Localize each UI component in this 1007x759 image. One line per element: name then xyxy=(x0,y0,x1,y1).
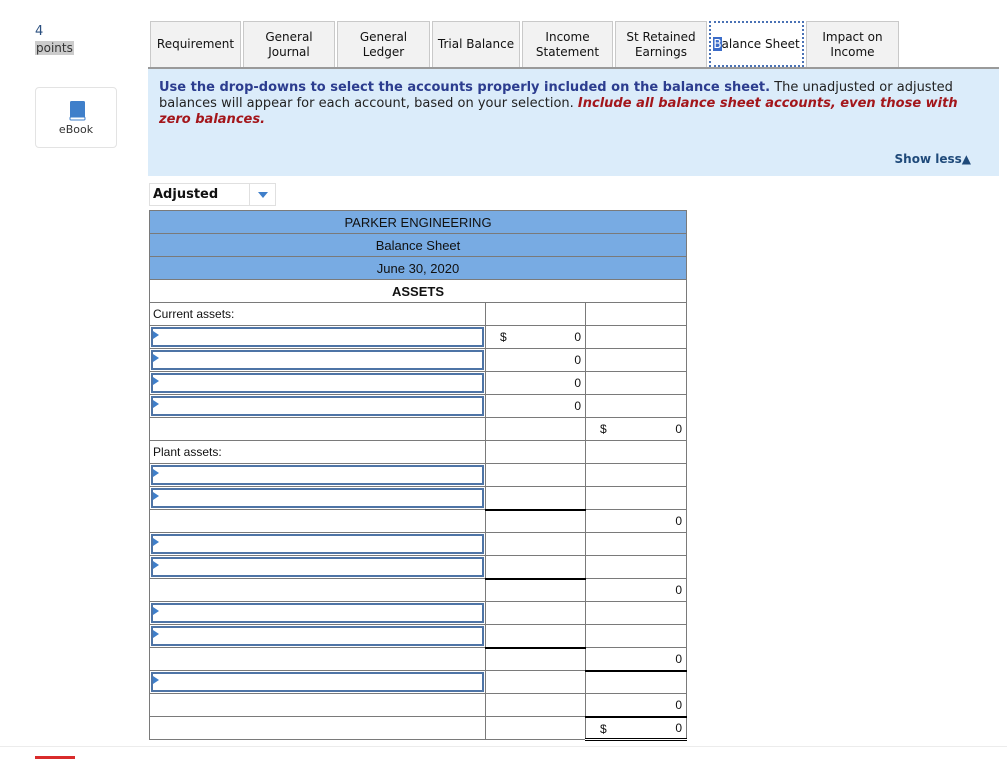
ebook-label: eBook xyxy=(58,123,94,136)
table-row: 0 xyxy=(149,348,687,372)
tab-balance-sheet[interactable]: Balance Sheet xyxy=(709,21,804,67)
tab-label: General Ledger xyxy=(359,29,408,59)
balance-sheet-table: PARKER ENGINEERING Balance Sheet June 30… xyxy=(149,210,687,741)
table-row: 0 xyxy=(149,577,687,602)
tab-label: General Journal xyxy=(265,29,313,59)
table-row: 0 xyxy=(149,394,687,418)
footer-divider xyxy=(0,746,1007,747)
tab-label: Impact on Income xyxy=(822,29,883,59)
tab-requirement[interactable]: Requirement xyxy=(150,21,241,67)
tab-st-retained-earnings[interactable]: St Retained Earnings xyxy=(615,21,707,67)
tab-label: Balance Sheet xyxy=(713,36,800,51)
statement-date: June 30, 2020 xyxy=(149,256,687,280)
statement-title: Balance Sheet xyxy=(149,233,687,257)
plant-subtotal: 0 xyxy=(585,578,687,602)
caret-down-icon xyxy=(249,184,275,205)
amount-cell: 0 xyxy=(485,348,586,372)
account-dropdown[interactable] xyxy=(151,603,484,623)
total-plant-assets: 0 xyxy=(585,693,687,717)
balance-type-select[interactable]: Adjusted xyxy=(149,183,276,206)
table-row xyxy=(149,624,687,648)
table-row: 0 xyxy=(149,646,687,671)
instructions-panel: Use the drop-downs to select the account… xyxy=(148,69,999,176)
book-icon xyxy=(69,101,86,121)
account-dropdown[interactable] xyxy=(151,488,484,508)
account-dropdown[interactable] xyxy=(151,465,484,485)
table-row: 0 xyxy=(149,508,687,533)
total-current-assets: $0 xyxy=(585,417,687,441)
table-row: $0 xyxy=(149,325,687,349)
account-dropdown[interactable] xyxy=(151,672,484,692)
points-label: points xyxy=(35,41,74,55)
account-dropdown[interactable] xyxy=(151,557,484,577)
table-row xyxy=(149,463,687,487)
table-row xyxy=(149,601,687,625)
plant-subtotal: 0 xyxy=(585,647,687,671)
total-assets: $0 xyxy=(585,715,687,741)
section-heading-assets: ASSETS xyxy=(149,279,687,303)
table-row xyxy=(149,555,687,579)
account-dropdown[interactable] xyxy=(151,626,484,646)
company-name: PARKER ENGINEERING xyxy=(149,210,687,234)
tab-impact-on-income[interactable]: Impact on Income xyxy=(806,21,899,67)
tab-general-ledger[interactable]: General Ledger xyxy=(337,21,430,67)
tab-label: Income Statement xyxy=(535,29,600,59)
show-less-link[interactable]: Show less▲ xyxy=(895,151,971,167)
plant-subtotal: 0 xyxy=(585,509,687,533)
table-row: $0 xyxy=(149,715,687,741)
tab-trial-balance[interactable]: Trial Balance xyxy=(432,21,520,67)
currency-symbol: $ xyxy=(600,721,607,736)
balance-type-value: Adjusted xyxy=(153,187,219,202)
table-row xyxy=(149,532,687,556)
currency-symbol: $ xyxy=(600,422,607,436)
table-row xyxy=(149,486,687,510)
table-row: Plant assets: xyxy=(149,440,687,464)
plant-assets-label: Plant assets: xyxy=(149,440,486,464)
tab-income-statement[interactable]: Income Statement xyxy=(522,21,613,67)
show-less-label: Show less xyxy=(894,152,962,166)
ebook-button[interactable]: eBook xyxy=(35,87,117,148)
tab-bar: Requirement General Journal General Ledger… xyxy=(150,21,901,67)
tab-label: Trial Balance xyxy=(437,37,515,51)
instructions-bold: Use the drop-downs to select the account… xyxy=(159,80,771,95)
table-row: $0 xyxy=(149,417,687,441)
amount-cell: 0 xyxy=(485,394,586,418)
current-assets-label: Current assets: xyxy=(149,302,486,326)
amount-cell: 0 xyxy=(485,371,586,395)
account-dropdown[interactable] xyxy=(151,350,484,370)
points-value: 4 xyxy=(35,24,44,39)
tab-label: St Retained Earnings xyxy=(626,29,696,59)
table-row: 0 xyxy=(149,371,687,395)
tab-label: Requirement xyxy=(156,37,235,51)
tab-general-journal[interactable]: General Journal xyxy=(243,21,335,67)
triangle-up-icon: ▲ xyxy=(961,152,971,166)
account-dropdown[interactable] xyxy=(151,373,484,393)
table-row xyxy=(149,669,687,694)
currency-symbol: $ xyxy=(500,330,507,344)
table-row: 0 xyxy=(149,693,687,717)
amount-cell: $0 xyxy=(485,325,586,349)
account-dropdown[interactable] xyxy=(151,396,484,416)
account-dropdown[interactable] xyxy=(151,534,484,554)
table-row: Current assets: xyxy=(149,302,687,326)
account-dropdown[interactable] xyxy=(151,327,484,347)
